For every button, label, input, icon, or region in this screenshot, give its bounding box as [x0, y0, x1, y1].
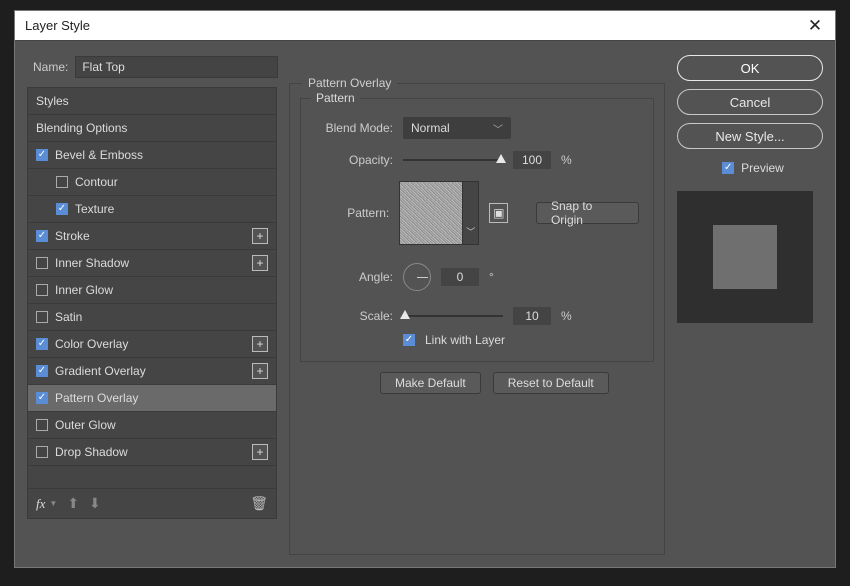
- layer-style-dialog: Layer Style ✕ Name: Styles Blending Opti…: [14, 10, 836, 568]
- pattern-overlay-panel: Pattern Overlay Pattern Blend Mode: Norm…: [289, 83, 665, 555]
- dialog-title: Layer Style: [25, 18, 90, 33]
- style-checkbox[interactable]: [36, 419, 48, 431]
- fx-menu-icon[interactable]: fx: [36, 496, 45, 512]
- ok-button[interactable]: OK: [677, 55, 823, 81]
- preview-swatch: [713, 225, 777, 289]
- angle-input[interactable]: [441, 268, 479, 286]
- link-with-layer-checkbox[interactable]: [403, 334, 415, 346]
- style-row-texture[interactable]: Texture: [28, 196, 276, 223]
- blend-mode-select[interactable]: Normal ﹀: [403, 117, 511, 139]
- style-checkbox[interactable]: [36, 446, 48, 458]
- style-row-bevel-emboss[interactable]: Bevel & Emboss: [28, 142, 276, 169]
- style-checkbox[interactable]: [36, 230, 48, 242]
- style-row-inner-glow[interactable]: Inner Glow: [28, 277, 276, 304]
- style-label: Bevel & Emboss: [55, 148, 268, 162]
- style-label: Color Overlay: [55, 337, 245, 351]
- link-with-layer-label: Link with Layer: [425, 333, 505, 347]
- style-row-color-overlay[interactable]: Color Overlay +: [28, 331, 276, 358]
- style-label: Inner Shadow: [55, 256, 245, 270]
- preview-label: Preview: [741, 161, 784, 175]
- name-row: Name:: [33, 57, 277, 77]
- add-effect-button[interactable]: +: [252, 444, 268, 460]
- style-row-gradient-overlay[interactable]: Gradient Overlay +: [28, 358, 276, 385]
- angle-dial[interactable]: [403, 263, 431, 291]
- name-label: Name:: [33, 60, 68, 74]
- titlebar: Layer Style ✕: [15, 11, 835, 41]
- new-preset-button[interactable]: ▣: [489, 203, 508, 223]
- chevron-down-icon: ﹀: [493, 121, 503, 136]
- style-checkbox[interactable]: [56, 203, 68, 215]
- styles-header[interactable]: Styles: [28, 88, 276, 115]
- blending-options-row[interactable]: Blending Options: [28, 115, 276, 142]
- add-effect-button[interactable]: +: [252, 336, 268, 352]
- add-effect-button[interactable]: +: [252, 363, 268, 379]
- pattern-picker-dropdown[interactable]: ﹀: [463, 181, 479, 245]
- scale-input[interactable]: [513, 307, 551, 325]
- preview-checkbox[interactable]: [722, 162, 734, 174]
- style-label: Drop Shadow: [55, 445, 245, 459]
- style-label: Texture: [75, 202, 268, 216]
- styles-footer: fx ▼ ⬆ ⬇ 🗑: [28, 488, 276, 518]
- style-checkbox[interactable]: [56, 176, 68, 188]
- style-row-drop-shadow[interactable]: Drop Shadow +: [28, 439, 276, 466]
- style-checkbox[interactable]: [36, 365, 48, 377]
- reset-to-default-button[interactable]: Reset to Default: [493, 372, 609, 394]
- opacity-slider[interactable]: [403, 159, 503, 161]
- style-label: Pattern Overlay: [55, 391, 268, 405]
- style-label: Outer Glow: [55, 418, 268, 432]
- preview-box: [677, 191, 813, 323]
- style-label: Gradient Overlay: [55, 364, 245, 378]
- style-checkbox[interactable]: [36, 149, 48, 161]
- style-label: Contour: [75, 175, 268, 189]
- panel-title: Pattern Overlay: [302, 76, 397, 90]
- scale-label: Scale:: [315, 309, 393, 323]
- chevron-down-icon: ▼: [49, 499, 57, 508]
- scale-slider[interactable]: [403, 315, 503, 317]
- angle-label: Angle:: [315, 270, 393, 284]
- pattern-group: Pattern Blend Mode: Normal ﹀ Opacity:: [300, 98, 654, 362]
- style-label: Satin: [55, 310, 268, 324]
- cancel-button[interactable]: Cancel: [677, 89, 823, 115]
- style-row-inner-shadow[interactable]: Inner Shadow +: [28, 250, 276, 277]
- style-row-stroke[interactable]: Stroke +: [28, 223, 276, 250]
- snap-to-origin-button[interactable]: Snap to Origin: [536, 202, 639, 224]
- style-row-outer-glow[interactable]: Outer Glow: [28, 412, 276, 439]
- blend-mode-label: Blend Mode:: [315, 121, 393, 135]
- opacity-input[interactable]: [513, 151, 551, 169]
- style-checkbox[interactable]: [36, 284, 48, 296]
- style-label: Inner Glow: [55, 283, 268, 297]
- move-down-icon[interactable]: ⬇: [89, 495, 101, 512]
- close-icon[interactable]: ✕: [805, 16, 825, 36]
- pattern-swatch[interactable]: [399, 181, 463, 245]
- trash-icon[interactable]: 🗑: [250, 495, 268, 512]
- pattern-label: Pattern:: [315, 206, 389, 220]
- angle-unit: °: [489, 270, 494, 284]
- make-default-button[interactable]: Make Default: [380, 372, 481, 394]
- new-style-button[interactable]: New Style...: [677, 123, 823, 149]
- style-checkbox[interactable]: [36, 311, 48, 323]
- style-row-contour[interactable]: Contour: [28, 169, 276, 196]
- opacity-unit: %: [561, 153, 572, 167]
- opacity-label: Opacity:: [315, 153, 393, 167]
- style-row-satin[interactable]: Satin: [28, 304, 276, 331]
- scale-unit: %: [561, 309, 572, 323]
- chevron-down-icon: ﹀: [466, 225, 475, 238]
- styles-panel: Styles Blending Options Bevel & Emboss Co…: [27, 87, 277, 519]
- style-checkbox[interactable]: [36, 392, 48, 404]
- move-up-icon[interactable]: ⬆: [67, 495, 79, 512]
- add-effect-button[interactable]: +: [252, 255, 268, 271]
- style-checkbox[interactable]: [36, 338, 48, 350]
- name-input[interactable]: [76, 57, 277, 77]
- style-checkbox[interactable]: [36, 257, 48, 269]
- add-effect-button[interactable]: +: [252, 228, 268, 244]
- group-title: Pattern: [311, 91, 360, 105]
- style-label: Stroke: [55, 229, 245, 243]
- style-row-pattern-overlay[interactable]: Pattern Overlay: [28, 385, 276, 412]
